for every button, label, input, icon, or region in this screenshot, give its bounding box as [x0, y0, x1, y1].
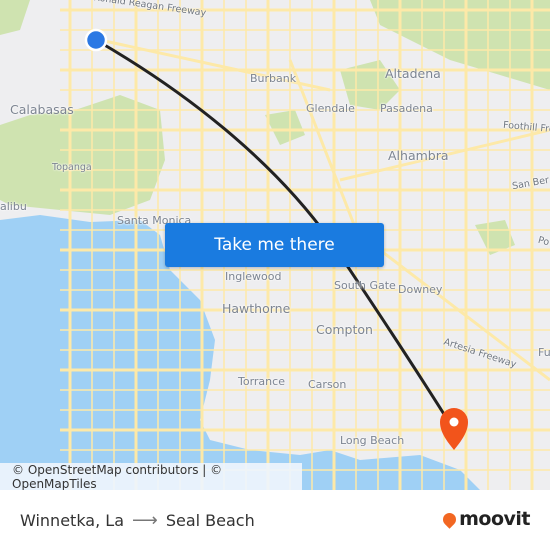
footer-bar: Winnetka, La ⟶ Seal Beach moovit: [0, 490, 550, 550]
map-label-city: Pasadena: [380, 102, 433, 115]
arrow-right-icon: ⟶: [132, 510, 158, 531]
map-label-city: Carson: [308, 378, 347, 391]
map-label-city: Calabasas: [10, 102, 74, 117]
map-label-city: Inglewood: [225, 270, 282, 283]
origin-label: Winnetka, La: [20, 511, 124, 530]
map-label-small: Topanga: [52, 162, 92, 173]
map-label-city: Downey: [398, 283, 443, 296]
brand-name: moovit: [459, 508, 530, 530]
map-label-city: South Gate: [334, 279, 396, 292]
take-me-there-button[interactable]: Take me there: [165, 223, 384, 267]
map-label-city: Glendale: [306, 102, 355, 115]
map-label-city: Altadena: [385, 66, 441, 81]
destination-label: Seal Beach: [165, 511, 255, 530]
map-label-city: Hawthorne: [222, 301, 291, 316]
map-label-city: Burbank: [250, 72, 297, 85]
map-label-city: Compton: [316, 322, 373, 337]
attribution-text[interactable]: © OpenStreetMap contributors | © OpenMap…: [12, 463, 302, 491]
moovit-pin-icon: [440, 509, 459, 529]
map-label-city: Torrance: [238, 375, 285, 388]
map-label-city: Long Beach: [340, 434, 405, 447]
map-label-city: alibu: [0, 200, 27, 213]
map-label-city: Alhambra: [388, 148, 449, 163]
origin-marker[interactable]: [84, 28, 108, 52]
map-label-city: Fu: [538, 346, 550, 359]
moovit-logo[interactable]: moovit: [440, 508, 530, 530]
map-view[interactable]: Ronald Reagan Freeway Burbank Altadena C…: [0, 0, 550, 490]
route-summary: Winnetka, La ⟶ Seal Beach: [20, 510, 255, 531]
map-attribution[interactable]: © OpenStreetMap contributors | © OpenMap…: [0, 463, 302, 490]
